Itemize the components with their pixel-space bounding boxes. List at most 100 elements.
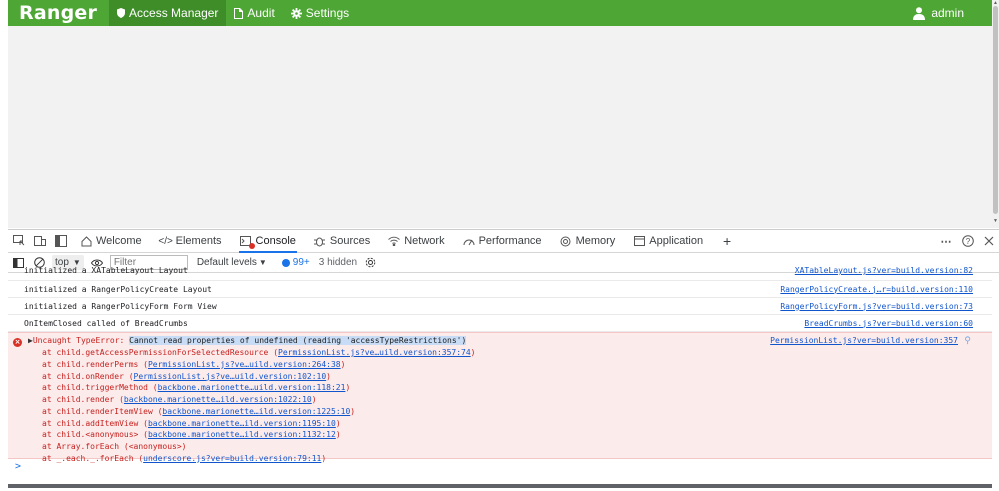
stack-line: at child.getAccessPermissionForSelectedR… xyxy=(42,347,476,359)
stack-line: at _.each._.forEach (underscore.js?ver=b… xyxy=(42,453,476,465)
stack-line: at Array.forEach (<anonymous>) xyxy=(42,441,476,453)
stack-line: at child.renderItemView (backbone.marion… xyxy=(42,406,476,418)
stack-link[interactable]: backbone.marionette…ild.version:1195:10 xyxy=(148,419,336,428)
error-header[interactable]: ▶Uncaught TypeError: Cannot read propert… xyxy=(28,336,467,345)
stack-text: ) xyxy=(340,359,346,369)
tab-label: Network xyxy=(404,235,445,247)
nav-label: Access Manager xyxy=(129,6,219,20)
error-message: × ▶Uncaught TypeError: Cannot read prope… xyxy=(8,332,992,463)
stack-text: at child.<anonymous> ( xyxy=(42,430,148,440)
nav-audit[interactable]: Audit xyxy=(226,0,282,26)
nav-access-manager[interactable]: Access Manager xyxy=(109,0,227,26)
stack-line: at child.<anonymous> (backbone.marionett… xyxy=(42,429,476,441)
tab-label: Performance xyxy=(478,235,542,247)
devtools-panel: Welcome </> Elements Console Sources Net… xyxy=(8,229,999,491)
stack-text: ) xyxy=(321,453,327,463)
stack-line: at child.render (backbone.marionette…ild… xyxy=(42,394,476,406)
stack-trace: at child.getAccessPermissionForSelectedR… xyxy=(42,347,476,465)
console-output: initialized a XATableLayout Layout XATab… xyxy=(8,266,999,491)
stack-link[interactable]: backbone.marionette…ild.version:1022:10 xyxy=(124,395,312,404)
stack-text: ) xyxy=(335,418,341,428)
wifi-icon xyxy=(388,235,401,247)
issues-icon xyxy=(281,258,290,267)
stack-line: at child.addItemView (backbone.marionett… xyxy=(42,418,476,430)
stack-text: ) xyxy=(345,383,351,393)
gear-icon xyxy=(290,7,302,19)
scroll-down-icon[interactable]: ▼ xyxy=(992,218,999,224)
stack-text: at child.renderPerms ( xyxy=(42,359,148,369)
stack-text: at Array.forEach (<anonymous>) xyxy=(42,442,187,451)
dock-side-icon[interactable] xyxy=(50,230,71,253)
app-content-area xyxy=(8,26,992,228)
console-prompt[interactable]: > xyxy=(15,461,21,472)
window-bottom-border xyxy=(8,484,992,488)
code-icon: </> xyxy=(158,235,173,247)
stack-link[interactable]: backbone.marionette…ild.version:1132:12 xyxy=(148,430,336,439)
tab-application[interactable]: Application xyxy=(624,230,712,253)
log-message: initialized a RangerPolicyForm Form View xyxy=(24,301,217,311)
stack-link[interactable]: backbone.marionette…ild.version:1225:10 xyxy=(162,407,350,416)
log-source-link[interactable]: XATableLayout.js?ver=build.version:82 xyxy=(795,266,973,275)
stack-link[interactable]: PermissionList.js?ve…uild.version:357:74 xyxy=(278,348,471,357)
tab-console[interactable]: Console xyxy=(231,230,305,253)
tab-label: Sources xyxy=(329,235,371,247)
page-scrollbar[interactable]: ▲ ▼ xyxy=(992,0,999,228)
tab-network[interactable]: Network xyxy=(379,230,453,253)
stack-line: at child.triggerMethod (backbone.marione… xyxy=(42,382,476,394)
tab-performance[interactable]: Performance xyxy=(454,230,551,253)
tab-label: Elements xyxy=(175,235,222,247)
stack-text: ) xyxy=(470,348,476,357)
stack-line: at child.renderPerms (PermissionList.js?… xyxy=(42,359,476,371)
gauge-icon xyxy=(463,235,475,247)
error-icon: × xyxy=(13,338,22,347)
tab-label: Memory xyxy=(575,235,616,247)
error-text: Cannot read properties of undefined (rea… xyxy=(129,336,467,345)
chevron-down-icon: ▼ xyxy=(258,258,267,267)
home-icon xyxy=(80,235,92,247)
stack-text: at child.getAccessPermissionForSelectedR… xyxy=(42,348,279,357)
stack-link[interactable]: underscore.js?ver=build.version:79:11 xyxy=(143,454,321,463)
log-message: initialized a RangerPolicyCreate Layout xyxy=(24,284,212,294)
search-icon[interactable]: ⚲ xyxy=(964,336,971,346)
log-row: initialized a XATableLayout Layout XATab… xyxy=(8,266,992,281)
log-row: initialized a RangerPolicyForm Form View… xyxy=(8,298,992,315)
user-menu[interactable]: admin xyxy=(913,6,992,20)
inspect-icon[interactable] xyxy=(8,230,29,253)
tab-label: Console xyxy=(255,235,296,247)
log-source-link[interactable]: RangerPolicyForm.js?ver=build.version:73 xyxy=(780,302,973,311)
tab-memory[interactable]: Memory xyxy=(551,230,625,253)
shield-icon xyxy=(117,8,126,18)
stack-text: at child.triggerMethod ( xyxy=(42,383,158,393)
brand-logo[interactable]: Ranger xyxy=(8,2,109,24)
tab-welcome[interactable]: Welcome xyxy=(71,230,151,253)
nav-label: Settings xyxy=(305,6,350,20)
log-row: initialized a RangerPolicyCreate Layout … xyxy=(8,281,992,298)
add-tab-button[interactable]: + xyxy=(712,230,742,253)
tab-label: Welcome xyxy=(96,235,142,247)
window-edge xyxy=(0,0,8,491)
tab-elements[interactable]: </> Elements xyxy=(151,230,231,253)
user-name: admin xyxy=(931,6,964,20)
log-message: OnItemClosed called of BreadCrumbs xyxy=(24,318,188,328)
plus-icon: + xyxy=(723,233,732,249)
file-icon xyxy=(234,7,244,19)
stack-link[interactable]: backbone.marionette…uild.version:118:21 xyxy=(158,383,346,392)
stack-text: at _.each._.forEach ( xyxy=(42,453,144,463)
device-toggle-icon[interactable] xyxy=(29,230,50,253)
stack-line: at child.onRender (PermissionList.js?ve…… xyxy=(42,371,476,383)
log-source-link[interactable]: RangerPolicyCreate.j…r=build.version:110 xyxy=(780,285,973,294)
bug-icon xyxy=(314,235,326,247)
stack-link[interactable]: PermissionList.js?ve…uild.version:264:38 xyxy=(148,360,341,369)
devtools-tabbar: Welcome </> Elements Console Sources Net… xyxy=(8,230,999,253)
more-options-icon[interactable]: ⋯ xyxy=(936,230,957,253)
stack-text: at child.render ( xyxy=(42,395,124,404)
help-icon[interactable]: ? xyxy=(957,230,978,253)
error-source-link[interactable]: PermissionList.js?ver=build.version:357 xyxy=(770,336,958,345)
close-devtools-icon[interactable] xyxy=(978,230,999,253)
log-source-link[interactable]: BreadCrumbs.js?ver=build.version:60 xyxy=(804,319,973,328)
stack-link[interactable]: PermissionList.js?ve…uild.version:102:10 xyxy=(134,372,327,381)
nav-settings[interactable]: Settings xyxy=(283,0,357,26)
tab-sources[interactable]: Sources xyxy=(305,230,379,253)
scrollbar-thumb[interactable] xyxy=(993,6,998,214)
stack-text: at child.addItemView ( xyxy=(42,418,148,428)
